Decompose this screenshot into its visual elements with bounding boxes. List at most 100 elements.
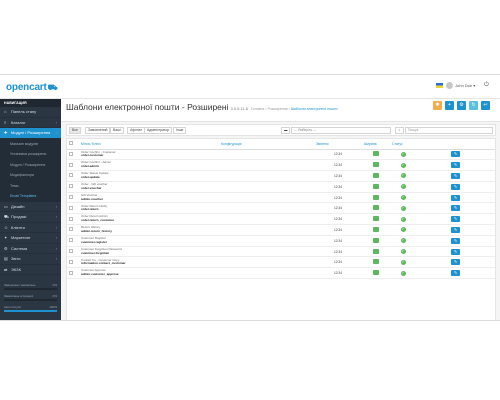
row-checkbox[interactable] — [69, 249, 73, 254]
back-button[interactable]: ↩ — [481, 101, 490, 110]
sidebar-item-extension[interactable]: ✚ Модулі / Розширення › — [0, 128, 61, 139]
table-row[interactable]: Gift Voucher admin.voucher 12:34 ✓ ✎ — [67, 192, 495, 204]
row-checkbox[interactable] — [69, 227, 73, 232]
search-input[interactable]: Пошук — [405, 127, 493, 134]
edit-button[interactable]: ✎ — [451, 237, 460, 244]
sidebar-subitem[interactable]: Email Templates — [0, 191, 61, 202]
table-row[interactable]: Order - Gift voucher order.voucher 12:34 ✓ ✎ — [67, 181, 495, 193]
column-header-modified[interactable]: Змінено — [314, 139, 362, 150]
filter-group-button[interactable]: Ваші — [110, 127, 124, 134]
edit-button[interactable]: ✎ — [451, 216, 460, 223]
row-checkbox[interactable] — [69, 173, 73, 178]
row-checkbox[interactable] — [69, 259, 73, 264]
width-cell — [362, 202, 390, 215]
row-select-cell — [67, 246, 79, 258]
opencart-logo[interactable]: opencart⛟ — [6, 82, 58, 93]
config-cell — [219, 181, 314, 193]
edit-button[interactable]: ✎ — [451, 183, 460, 190]
sidebar-item-marketing[interactable]: ✦ Маркетинг › — [0, 233, 61, 244]
actions-cell: ✎ — [416, 181, 495, 193]
row-checkbox[interactable] — [69, 205, 73, 210]
table-row[interactable]: Customer Approve admin.customer_approve 12… — [67, 267, 495, 280]
sales-icon: ⛟ — [4, 214, 10, 219]
exchange-icon: ⇄ — [4, 266, 8, 272]
column-header-config[interactable]: Конфігурація — [219, 139, 314, 150]
lightbulb-button[interactable]: ✱ — [433, 101, 442, 110]
column-header-label[interactable]: Мітка / Ключ — [79, 139, 219, 150]
breadcrumb-home[interactable]: Головна — [251, 107, 264, 111]
sidebar-subitem[interactable]: Теми — [0, 180, 61, 191]
row-select-cell — [67, 256, 79, 269]
sidebar-nav: ⌂ Панель стану ≡ Каталог › ✚ Модулі / Розширен… — [0, 107, 61, 314]
row-checkbox[interactable] — [69, 184, 73, 189]
modified-cell: 12:34 — [314, 202, 362, 215]
template-select[interactable]: --- Виберіть --- — [291, 127, 391, 134]
user-menu[interactable]: John Doe ▾ — [455, 83, 475, 88]
column-header-width[interactable]: Ширина — [362, 139, 390, 150]
row-checkbox[interactable] — [69, 238, 73, 243]
sidebar-item-reports[interactable]: ▤ Звіти › — [0, 254, 61, 265]
row-checkbox[interactable] — [69, 216, 73, 221]
user-name: John Doe — [455, 83, 473, 88]
edit-button[interactable]: ✎ — [451, 172, 460, 179]
filter-group-button[interactable]: Адміністратор — [144, 127, 173, 134]
status-cell: ✓ — [390, 170, 416, 182]
edit-button[interactable]: ✎ — [451, 259, 460, 266]
sidebar-item-catalog[interactable]: ≡ Каталог › — [0, 118, 61, 128]
table-row[interactable]: Return History admin.return_history 12:34 ✓… — [67, 224, 495, 236]
breadcrumb-current[interactable]: Шаблони електронної пошти — [291, 107, 338, 111]
sidebar-item-system[interactable]: ⚙ Система › — [0, 244, 61, 254]
status-cell: ✓ — [390, 159, 416, 172]
filter-group-button[interactable]: Афіліат — [127, 127, 145, 134]
add-button[interactable]: + — [445, 101, 454, 110]
edit-button[interactable]: ✎ — [451, 248, 460, 255]
table-row[interactable]: Customer Forgotten Password customer.forg… — [67, 246, 495, 258]
sidebar-subitem[interactable]: Модифікатори — [0, 170, 61, 181]
sidebar-item-customers[interactable]: ☺ Клієнти › — [0, 223, 61, 233]
filter-group-button[interactable]: Інше — [173, 127, 187, 134]
chevron-right-icon: › — [55, 245, 57, 251]
edit-button[interactable]: ✎ — [451, 162, 460, 169]
template-label-cell: Order Confirm - Admin order.admin — [79, 159, 219, 172]
table-row[interactable]: Order Confirm - Customer order.customer 12… — [67, 149, 495, 161]
edit-button[interactable]: ✎ — [451, 205, 460, 212]
template-label-cell: Customer Register customer.register — [79, 235, 219, 247]
edit-button[interactable]: ✎ — [451, 151, 460, 158]
sidebar-item-design[interactable]: ▭ Дизайн › — [0, 202, 61, 212]
table-row[interactable]: Contact Us - Customer Copy information.co… — [67, 256, 495, 269]
table-row[interactable]: Order Status Update order.update 12:34 ✓ ✎ — [67, 170, 495, 182]
edit-button[interactable]: ✎ — [451, 194, 460, 201]
template-label-cell: Customer Approve admin.customer_approve — [79, 267, 219, 280]
select-all-checkbox[interactable] — [69, 141, 73, 146]
row-checkbox[interactable] — [69, 195, 73, 200]
settings-button[interactable]: ⚙ — [457, 101, 466, 110]
logout-icon[interactable]: ⏻ — [484, 82, 489, 89]
table-row[interactable]: Order Confirm - Admin order.admin 12:34 ✓ ✎ — [67, 159, 495, 172]
sidebar-item-sales[interactable]: ⛟ Продажі › — [0, 212, 61, 223]
breadcrumb-extensions[interactable]: Розширення — [267, 107, 287, 111]
language-flag-icon[interactable] — [436, 83, 443, 88]
sidebar-subitem[interactable]: Магазин модулів — [0, 138, 61, 149]
avatar[interactable] — [446, 82, 453, 89]
sidebar-item-exchange[interactable]: ⇄ ЭКЗК — [0, 265, 61, 275]
template-key: admin.voucher — [81, 196, 104, 201]
sidebar-subitem[interactable]: Установка розширень — [0, 149, 61, 160]
refresh-button[interactable]: ↻ — [469, 101, 478, 110]
filter-group-button[interactable]: Замовлений — [85, 127, 111, 134]
edit-button[interactable]: ✎ — [451, 270, 460, 277]
row-checkbox[interactable] — [69, 151, 73, 156]
row-checkbox[interactable] — [69, 162, 73, 167]
edit-button[interactable]: ✎ — [451, 226, 460, 233]
sidebar-item-label: Продажі — [11, 214, 27, 219]
column-header-status[interactable]: Статус — [390, 139, 416, 150]
sidebar-item-dashboard[interactable]: ⌂ Панель стану — [0, 107, 61, 118]
table-row[interactable]: Customer Register customer.register 12:34 ✓… — [67, 235, 495, 247]
folder-icon[interactable]: ▬ — [281, 127, 290, 134]
sidebar-subitem[interactable]: Модулі / Розширення — [0, 159, 61, 170]
filter-group-button[interactable]: Все — [69, 127, 81, 134]
table-row[interactable]: Order Return Admin order.return_customer 1… — [67, 213, 495, 226]
search-icon[interactable]: ⌕ — [395, 127, 404, 134]
config-cell — [219, 149, 314, 161]
row-checkbox[interactable] — [69, 270, 73, 275]
table-row[interactable]: Order Return Notify order.return 12:34 ✓ ✎ — [67, 202, 495, 215]
